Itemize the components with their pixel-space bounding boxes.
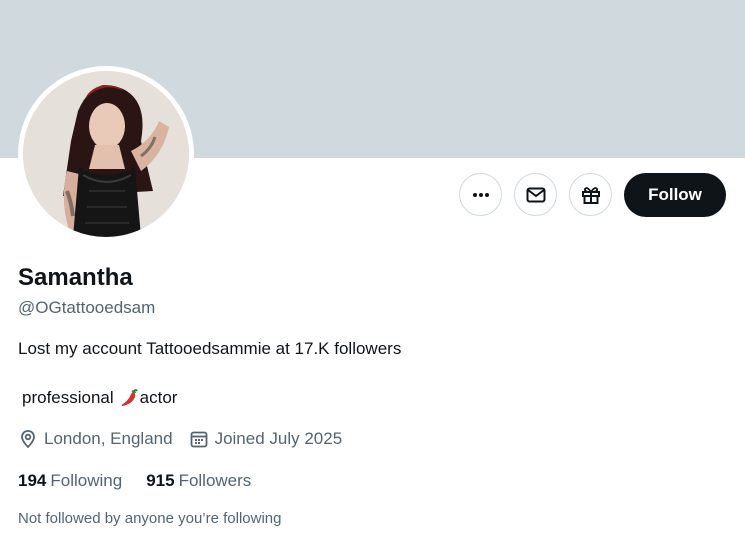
- joined-item: Joined July 2025: [189, 428, 343, 450]
- display-name: Samantha: [18, 264, 133, 291]
- following-label: Following: [50, 471, 123, 490]
- gift-button[interactable]: [569, 173, 612, 216]
- user-handle: @OGtattooedsam: [18, 298, 156, 317]
- bio-line-2-start: professional: [22, 388, 114, 407]
- location-pin-icon: [21, 430, 35, 449]
- not-followed-note: Not followed by anyone you’re following: [18, 510, 282, 527]
- follow-stats: 194 Following 915 Followers: [18, 470, 275, 492]
- followers-label: Followers: [178, 471, 252, 490]
- more-options-button[interactable]: [459, 173, 502, 216]
- calendar-icon: [190, 431, 207, 448]
- avatar-photo: [23, 71, 189, 237]
- followers-link[interactable]: 915 Followers: [146, 470, 251, 492]
- gift-icon: [581, 186, 600, 204]
- envelope-icon: [526, 187, 545, 202]
- location-item: London, England: [18, 428, 173, 450]
- follow-button[interactable]: Follow: [624, 173, 726, 217]
- chili-pepper-icon: [121, 389, 138, 406]
- following-link[interactable]: 194 Following: [18, 470, 122, 492]
- follow-button-label: Follow: [648, 185, 702, 204]
- profile-meta: London, England Joined July 2025: [18, 428, 358, 450]
- bio-line-2: professional actor: [18, 387, 177, 409]
- location-text: London, England: [44, 429, 173, 448]
- followers-count: 915: [146, 471, 175, 490]
- bio-line-2-end: actor: [139, 388, 178, 407]
- profile-avatar[interactable]: [18, 66, 194, 242]
- bio-line-1: Lost my account Tattooedsammie at 17.K f…: [18, 339, 402, 358]
- message-button[interactable]: [514, 173, 557, 216]
- more-horizontal-icon: [472, 192, 489, 197]
- following-count: 194: [18, 471, 47, 490]
- joined-text: Joined July 2025: [214, 429, 343, 448]
